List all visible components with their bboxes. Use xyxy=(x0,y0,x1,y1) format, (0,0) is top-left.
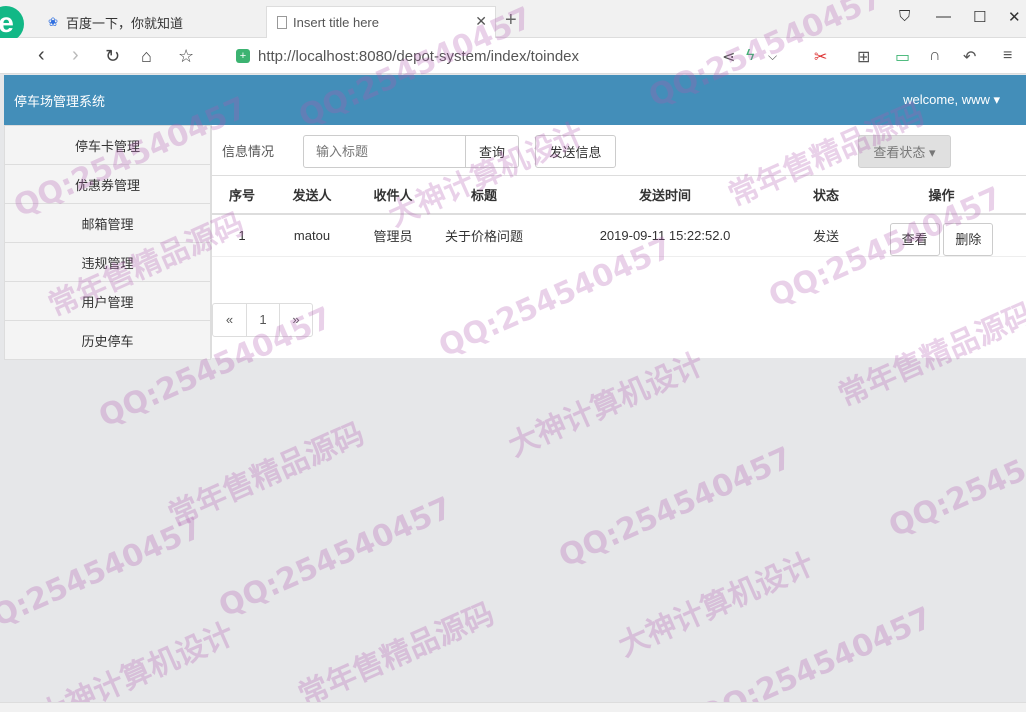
baidu-paw-icon: ❀ xyxy=(47,15,59,29)
tab-title: Insert title here xyxy=(293,15,379,30)
close-window-icon[interactable]: ✕ xyxy=(1008,8,1021,26)
share-icon[interactable]: ⋖ xyxy=(722,47,735,67)
watermark-text: QQ:254540457 xyxy=(213,490,458,625)
delete-button[interactable]: 删除 xyxy=(943,222,994,256)
browser-statusbar xyxy=(0,702,1026,712)
tab-title: 百度一下，你就知道 xyxy=(66,15,184,31)
scissors-icon[interactable]: ✂ xyxy=(814,47,827,67)
undo-icon[interactable]: ↶ xyxy=(963,47,976,67)
cell-actions: 查看 删除 xyxy=(856,213,1026,257)
cell-id: 1 xyxy=(212,213,272,257)
sidebar-item-violation[interactable]: 违规管理 xyxy=(4,242,211,282)
app-title: 停车场管理系统 xyxy=(14,93,106,109)
chevron-down-icon[interactable]: ⌵ xyxy=(768,49,777,64)
user-menu-dropdown[interactable]: welcome, www ▾ xyxy=(903,92,1000,108)
send-message-button[interactable]: 发送信息 xyxy=(535,135,616,168)
headphones-icon[interactable]: ∩ xyxy=(929,47,941,65)
url-bar[interactable]: + http://localhost:8080/depot-system/ind… xyxy=(236,43,796,69)
search-input[interactable] xyxy=(303,135,466,168)
view-status-dropdown[interactable]: 查看状态 ▾ xyxy=(858,135,951,168)
column-header: 发送时间 xyxy=(534,175,796,215)
sidebar-item-user[interactable]: 用户管理 xyxy=(4,281,211,321)
browser-tabbar: e ❀ 百度一下，你就知道 Insert title here ✕ + ⛉ — … xyxy=(0,0,1026,42)
pagination-prev[interactable]: « xyxy=(213,304,246,336)
sidebar-item-mailbox[interactable]: 邮箱管理 xyxy=(4,203,211,243)
cell-status: 发送 xyxy=(796,213,856,257)
column-header: 状态 xyxy=(796,175,856,215)
browser-tab-baidu[interactable]: ❀ 百度一下，你就知道 xyxy=(40,6,262,38)
sidebar-item-parking-card[interactable]: 停车卡管理 xyxy=(4,125,211,165)
column-header: 发送人 xyxy=(272,175,352,215)
pagination-page[interactable]: 1 xyxy=(246,304,279,336)
browser-logo-icon: e xyxy=(0,6,24,42)
new-tab-icon[interactable]: + xyxy=(505,9,517,32)
app-header: 停车场管理系统 welcome, www ▾ xyxy=(4,75,1026,125)
table-row: 1 matou 管理员 关于价格问题 2019-09-11 15:22:52.0… xyxy=(212,213,1026,257)
watermark-text: 大神计算机设计 xyxy=(503,346,710,464)
browser-tab-active[interactable]: Insert title here ✕ xyxy=(266,6,496,38)
query-button[interactable]: 查询 xyxy=(465,135,519,168)
watermark-text: QQ:254540457 xyxy=(0,510,208,645)
table-header-row: 序号 发送人 收件人 标题 发送时间 状态 操作 xyxy=(212,175,1026,215)
url-text[interactable]: http://localhost:8080/depot-system/index… xyxy=(258,48,579,65)
minimize-icon[interactable]: — xyxy=(936,8,951,25)
back-icon[interactable]: ‹ xyxy=(38,44,45,67)
apps-grid-icon[interactable]: ⊞ xyxy=(857,47,870,67)
watermark-text: 常年售精品源码 xyxy=(293,596,500,712)
info-label: 信息情况 xyxy=(222,144,275,159)
cell-title: 关于价格问题 xyxy=(434,213,534,257)
main-content: 信息情况 查询 发送信息 查看状态 ▾ 序号 发送人 收件人 标题 发送时间 状… xyxy=(211,125,1026,358)
skin-icon[interactable]: ⛉ xyxy=(899,8,910,25)
secure-shield-icon: + xyxy=(236,49,250,63)
watermark-text: 大神计算机设计 xyxy=(613,546,820,664)
column-header: 标题 xyxy=(434,175,534,215)
forward-icon[interactable]: › xyxy=(72,44,79,67)
bookmark-star-icon[interactable]: ☆ xyxy=(178,46,194,67)
column-header: 收件人 xyxy=(352,175,434,215)
lightning-icon[interactable]: ϟ xyxy=(746,47,754,65)
close-tab-icon[interactable]: ✕ xyxy=(475,13,487,30)
view-button[interactable]: 查看 xyxy=(889,222,940,256)
watermark-text: QQ:254540457 xyxy=(553,440,798,575)
sidebar-item-coupon[interactable]: 优惠券管理 xyxy=(4,164,211,204)
pagination: « 1 » xyxy=(212,303,313,337)
app-container: 停车场管理系统 welcome, www ▾ 停车卡管理 优惠券管理 邮箱管理 … xyxy=(4,75,1026,360)
sidebar: 停车卡管理 优惠券管理 邮箱管理 违规管理 用户管理 历史停车 xyxy=(4,125,211,360)
watermark-text: QQ:254540457 xyxy=(693,600,938,712)
app-body: 停车卡管理 优惠券管理 邮箱管理 违规管理 用户管理 历史停车 信息情况 查询 … xyxy=(4,125,1026,360)
battery-icon[interactable]: ▭ xyxy=(895,47,910,67)
watermark-text: 常年售精品源码 xyxy=(163,416,370,534)
cell-time: 2019-09-11 15:22:52.0 xyxy=(534,213,796,257)
messages-table: 序号 发送人 收件人 标题 发送时间 状态 操作 1 matou 管理员 关于价 xyxy=(212,175,1026,257)
document-icon xyxy=(277,16,287,29)
pagination-next[interactable]: » xyxy=(279,304,312,336)
column-header: 操作 xyxy=(856,175,1026,215)
home-icon[interactable]: ⌂ xyxy=(141,46,152,67)
toolbar: 信息情况 查询 发送信息 查看状态 ▾ xyxy=(212,125,1026,175)
menu-icon[interactable]: ≡ xyxy=(1003,47,1012,65)
maximize-icon[interactable]: ☐ xyxy=(973,8,986,26)
column-header: 序号 xyxy=(212,175,272,215)
watermark-text: QQ:254540457 xyxy=(883,410,1026,545)
sidebar-item-history[interactable]: 历史停车 xyxy=(4,320,211,360)
cell-recipient: 管理员 xyxy=(352,213,434,257)
cell-sender: matou xyxy=(272,213,352,257)
watermark-text: 大神计算机设计 xyxy=(33,616,240,712)
reload-icon[interactable]: ↻ xyxy=(105,46,120,67)
browser-addressbar: ‹ › ↻ ⌂ ☆ + http://localhost:8080/depot-… xyxy=(0,38,1026,74)
